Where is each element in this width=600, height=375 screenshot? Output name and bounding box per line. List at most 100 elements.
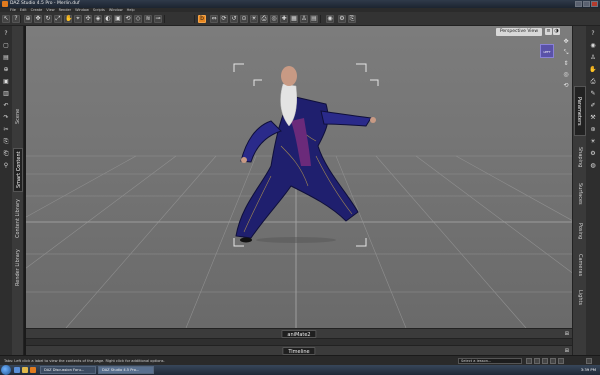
lesson-play-icon[interactable] (534, 358, 540, 364)
light-icon[interactable]: ☀ (250, 15, 258, 23)
help-icon[interactable]: ? (589, 30, 597, 38)
move-icon[interactable]: ✥ (34, 15, 42, 23)
save-icon[interactable]: ▣ (2, 78, 10, 86)
render-settings-icon[interactable]: ⚙ (338, 15, 346, 23)
geometry-icon[interactable]: ◈ (94, 15, 102, 23)
grid-icon[interactable]: ▦ (290, 15, 298, 23)
tab-render-library[interactable]: Render Library (13, 246, 23, 290)
morph-icon[interactable]: ◇ (134, 15, 142, 23)
pan-icon[interactable]: ⤡ (562, 49, 570, 57)
brush-icon[interactable]: ✐ (589, 102, 597, 110)
taskbar-item-daz-studio[interactable]: DAZ Studio 4.5 Pro... (98, 366, 154, 374)
dolly-icon[interactable]: ⇕ (562, 60, 570, 68)
save-as-icon[interactable]: ▥ (2, 90, 10, 98)
twist-icon[interactable]: ↺ (230, 15, 238, 23)
network-icon[interactable]: ⊛ (589, 126, 597, 134)
universal-tool-icon[interactable]: ✣ (84, 15, 92, 23)
rotate-alt-icon[interactable]: ⟳ (220, 15, 228, 23)
save-render-icon[interactable]: ⎘ (348, 15, 356, 23)
wizard-figure (235, 66, 376, 243)
tab-posing[interactable]: Posing (574, 216, 586, 246)
merge-icon[interactable]: ⊕ (2, 66, 10, 74)
bone-icon[interactable]: ⊸ (154, 15, 162, 23)
pose-icon[interactable]: ✋ (64, 15, 72, 23)
camera-icon[interactable]: ⎙ (589, 78, 597, 86)
figure-icon[interactable]: ♙ (300, 15, 308, 23)
system-tray (554, 367, 574, 373)
render-icon[interactable]: ◉ (326, 15, 334, 23)
ie-icon[interactable] (14, 367, 20, 373)
lesson-prev-icon[interactable] (526, 358, 532, 364)
pin-icon[interactable]: ⚲ (2, 162, 10, 170)
copy-icon[interactable]: ⎘ (2, 138, 10, 146)
lesson-stop-icon[interactable] (550, 358, 556, 364)
tab-cameras[interactable]: Cameras (574, 248, 586, 282)
image-icon[interactable]: ▤ (310, 15, 318, 23)
tab-content-library[interactable]: Content Library (13, 196, 23, 242)
aim-icon[interactable]: ⟲ (562, 82, 570, 90)
tab-scene[interactable]: Scene (13, 96, 23, 136)
help-icon[interactable]: ? (2, 30, 10, 38)
region-icon[interactable]: ▣ (114, 15, 122, 23)
tab-shaping[interactable]: Shaping (574, 141, 586, 173)
navigation-cube[interactable]: LEFT (540, 44, 554, 58)
undo-icon[interactable]: ↶ (2, 102, 10, 110)
start-button[interactable] (1, 365, 11, 375)
right-icon-strip: ? ◉ ♙ ✋ ⎙ ✎ ✐ ⚒ ⊛ ☀ ⚙ ◍ (586, 26, 600, 355)
node-select-icon[interactable]: ⊕ (24, 15, 32, 23)
light-icon[interactable]: ☀ (589, 138, 597, 146)
globe-icon[interactable]: ◍ (589, 162, 597, 170)
orbit-icon[interactable]: ✥ (562, 38, 570, 46)
redo-icon[interactable]: ↷ (2, 114, 10, 122)
tab-animate2[interactable]: aniMate2 (281, 330, 317, 338)
explorer-icon[interactable] (22, 367, 28, 373)
tab-lights[interactable]: Lights (574, 284, 586, 312)
tab-timeline[interactable]: Timeline (282, 347, 316, 355)
3d-viewport[interactable]: Perspective View ≡ ◑ LEFT ✥ ⤡ ⇕ ◎ ⟲ (26, 26, 572, 328)
minimize-button[interactable] (575, 1, 582, 7)
figure-icon[interactable]: ♙ (589, 54, 597, 62)
scale-icon[interactable]: ⤢ (54, 15, 62, 23)
puzzle-icon[interactable]: ✚ (280, 15, 288, 23)
transform-icon[interactable]: ⟲ (124, 15, 132, 23)
pane-options-icon[interactable]: ⊞ (565, 331, 569, 337)
taskbar-item-forum[interactable]: DAZ Discussion Foru... (40, 366, 96, 374)
paint-icon[interactable]: ✎ (589, 90, 597, 98)
lesson-select[interactable]: Select a lesson... (458, 358, 522, 364)
cut-icon[interactable]: ✂ (2, 126, 10, 134)
spot-render-icon[interactable]: ◎ (270, 15, 278, 23)
pose-icon[interactable]: ✋ (589, 66, 597, 74)
surface-icon[interactable]: ◐ (104, 15, 112, 23)
resize-grip-icon[interactable] (586, 358, 592, 364)
lesson-next-icon[interactable] (542, 358, 548, 364)
camera-icon[interactable]: ⎙ (260, 15, 268, 23)
pane-options-icon[interactable]: ⊞ (565, 348, 569, 354)
gear-icon[interactable]: ⚙ (589, 150, 597, 158)
camera-selector[interactable]: Perspective View (495, 28, 542, 36)
open-icon[interactable]: ▤ (2, 54, 10, 62)
rotate-icon[interactable]: ↻ (44, 15, 52, 23)
close-button[interactable] (591, 1, 598, 7)
tab-smart-content[interactable]: Smart Content (13, 148, 23, 192)
arrow-select-icon[interactable]: ↖ (2, 15, 10, 23)
joint-editor-icon[interactable]: ⌖ (74, 15, 82, 23)
lesson-menu-icon[interactable] (558, 358, 564, 364)
frame-icon[interactable]: ◎ (562, 71, 570, 79)
viewport-draw-style-icon[interactable]: ◑ (553, 28, 560, 35)
help-icon[interactable]: ? (12, 15, 20, 23)
maximize-button[interactable] (583, 1, 590, 7)
zoom-icon[interactable]: ⊙ (240, 15, 248, 23)
figure-shadow (256, 237, 336, 243)
tool-icon[interactable]: ⚒ (589, 114, 597, 122)
main-toolbar: ↖? ⊕ ✥ ↻ ⤢ ✋ ⌖ ✣ ◈ ◐ ▣ ⟲ ◇ ≋ ⊸ b ⇔ ⟳ ↺ ⊙ ☀ ⎙ ◎ ✚ ▦ ♙ ▤ ◉ ⚙ ⎘ (0, 12, 600, 26)
active-pose-icon[interactable]: b (198, 15, 206, 23)
hair-icon[interactable]: ≋ (144, 15, 152, 23)
tab-parameters[interactable]: Parameters (574, 86, 586, 136)
render-icon[interactable]: ◉ (589, 42, 597, 50)
translate-icon[interactable]: ⇔ (210, 15, 218, 23)
new-icon[interactable]: ▢ (2, 42, 10, 50)
viewport-options-icon[interactable]: ≡ (545, 28, 552, 35)
tab-surfaces[interactable]: Surfaces (574, 176, 586, 212)
paste-icon[interactable]: ⎗ (2, 150, 10, 158)
daz-quick-icon[interactable] (30, 367, 36, 373)
